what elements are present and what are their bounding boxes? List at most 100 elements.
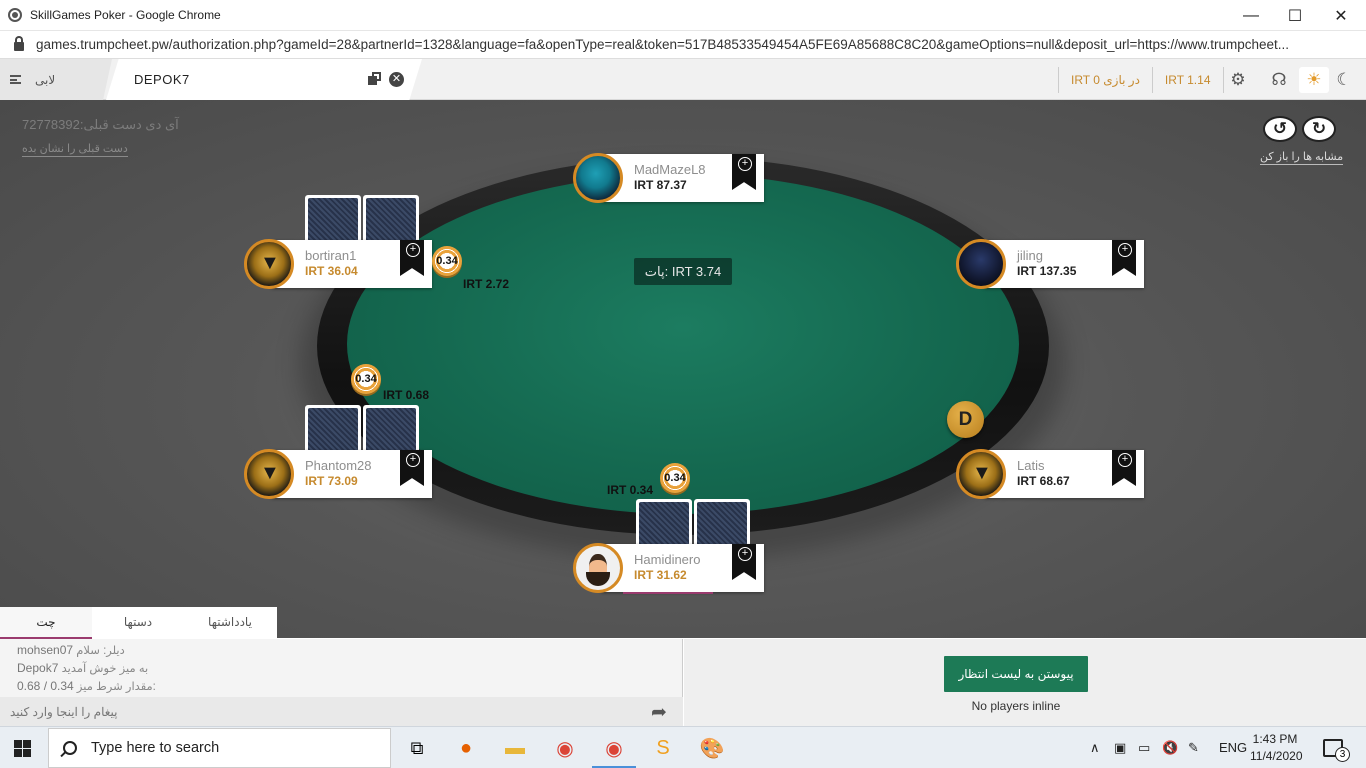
pot-display: پات: IRT 3.74 — [634, 258, 732, 285]
game-topbar: لابی DEPOK7 ✕ IRT 0 در بازی IRT 1.14 ⚙ ☊… — [0, 59, 1366, 100]
balance-area: IRT 0 در بازی IRT 1.14 — [1058, 67, 1224, 93]
table-tab[interactable]: DEPOK7 ✕ — [106, 59, 422, 100]
dealer-button: D — [947, 401, 984, 438]
send-arrow-icon[interactable]: ➦ — [651, 701, 667, 724]
chrome-icon[interactable]: ◉ — [551, 734, 579, 762]
address-bar[interactable]: games.trumpcheet.pw/authorization.php?ga… — [0, 31, 1366, 59]
player-name: Hamidinero — [634, 552, 701, 567]
chat-tabbar: چت دستها یادداشتها — [0, 607, 277, 639]
chat-input[interactable] — [10, 701, 630, 723]
player-avatar — [244, 239, 294, 289]
player-avatar — [956, 449, 1006, 499]
bet-chip: 0.34 — [660, 463, 690, 493]
window-title: SkillGames Poker - Google Chrome — [30, 8, 221, 22]
search-placeholder: Type here to search — [91, 740, 220, 756]
seat-phantom28[interactable]: Phantom28 IRT 73.09 — [244, 449, 432, 499]
player-name: Phantom28 — [305, 458, 372, 473]
player-avatar — [956, 239, 1006, 289]
rotate-left-icon[interactable]: ↺ — [1263, 116, 1297, 142]
display-icon[interactable]: ▭ — [1138, 740, 1150, 756]
tab-chat[interactable]: چت — [0, 607, 92, 639]
chat-text: به میز خوش آمدید — [61, 663, 149, 675]
player-name: jiling — [1017, 248, 1044, 263]
file-explorer-icon[interactable]: ▬ — [501, 734, 529, 762]
chat-message: 0.68 / 0.34 مقدار شرط میز: — [17, 679, 156, 693]
add-note-bookmark-icon[interactable] — [732, 154, 756, 190]
close-table-icon[interactable]: ✕ — [389, 72, 404, 87]
player-stack: IRT 73.09 — [305, 474, 358, 488]
volume-muted-icon[interactable]: 🔇 — [1162, 740, 1178, 756]
network-icon[interactable]: ▣ — [1114, 740, 1126, 756]
card-back — [305, 405, 361, 453]
close-window-button[interactable]: ✕ — [1318, 0, 1364, 31]
windows-start-icon[interactable] — [14, 740, 31, 757]
table-tab-label: DEPOK7 — [134, 72, 190, 87]
show-hidden-icons-icon[interactable]: ∧ — [1090, 740, 1100, 756]
bet-chip: 0.34 — [351, 364, 381, 394]
lobby-tab-label: لابی — [35, 72, 56, 87]
show-previous-hand-link[interactable]: دست قبلی را نشان بده — [22, 142, 128, 157]
firefox-icon[interactable]: ● — [452, 734, 480, 762]
url-text[interactable]: games.trumpcheet.pw/authorization.php?ga… — [36, 37, 1346, 52]
seat-latis[interactable]: Latis IRT 68.67 — [956, 449, 1144, 499]
poker-room: آی دی دست قبلی:72778392 دست قبلی را نشان… — [0, 100, 1366, 638]
player-stack: IRT 137.35 — [1017, 264, 1077, 278]
seat-madmazel8[interactable]: MadMazeL8 IRT 87.37 — [573, 153, 764, 203]
seat-jiling[interactable]: jiling IRT 137.35 — [956, 239, 1144, 289]
seat-bortiran1[interactable]: bortiran1 IRT 36.04 — [244, 239, 432, 289]
tab-hands[interactable]: دستها — [92, 607, 184, 639]
chat-text: دیلر: سلام — [76, 645, 125, 657]
system-clock[interactable]: 1:43 PM 11/4/2020 — [1250, 731, 1303, 765]
player-stack: IRT 87.37 — [634, 178, 687, 192]
search-icon — [63, 741, 77, 755]
minimize-button[interactable]: — — [1228, 0, 1274, 31]
tab-notes[interactable]: یادداشتها — [184, 607, 276, 639]
table-felt — [347, 174, 1019, 514]
pen-icon[interactable]: ✎ — [1188, 740, 1199, 756]
clock-date: 11/4/2020 — [1250, 749, 1303, 763]
chat-message: Depok7 به میز خوش آمدید — [17, 661, 148, 675]
player-name: Latis — [1017, 458, 1045, 473]
notifications-icon[interactable]: 3 — [1323, 739, 1350, 762]
dark-theme-moon-icon[interactable]: ☾ — [1329, 67, 1359, 93]
waitlist-panel: پیوستن به لیست انتظار No players inline — [684, 639, 1366, 726]
open-similar-tables-link[interactable]: مشابه ها را باز کن — [1260, 150, 1344, 165]
card-back — [363, 405, 419, 453]
task-view-icon[interactable]: ⧉ — [403, 734, 431, 762]
language-indicator[interactable]: ENG — [1219, 740, 1247, 755]
notification-count: 3 — [1335, 747, 1350, 762]
player-avatar — [573, 543, 623, 593]
bet-chip: 0.34 — [432, 246, 462, 276]
card-back — [694, 499, 750, 547]
add-note-bookmark-icon[interactable] — [732, 544, 756, 580]
player-name: bortiran1 — [305, 248, 357, 263]
maximize-button[interactable]: ☐ — [1272, 0, 1318, 31]
card-back — [636, 499, 692, 547]
chat-user: mohsen07 — [17, 643, 74, 657]
settings-gear-icon[interactable]: ⚙ — [1223, 67, 1253, 93]
join-waitlist-button[interactable]: پیوستن به لیست انتظار — [944, 656, 1088, 692]
add-note-bookmark-icon[interactable] — [400, 450, 424, 486]
paint-icon[interactable]: 🎨 — [698, 734, 726, 762]
add-note-bookmark-icon[interactable] — [1112, 450, 1136, 486]
detach-window-icon[interactable] — [368, 72, 381, 85]
bet-amount: IRT 0.68 — [383, 388, 430, 402]
rotate-right-icon[interactable]: ↻ — [1302, 116, 1336, 142]
sublime-text-icon[interactable]: S — [649, 734, 677, 762]
add-note-bookmark-icon[interactable] — [400, 240, 424, 276]
chat-user: 0.68 / 0.34 — [17, 679, 74, 693]
turn-indicator — [623, 592, 713, 594]
in-play-balance: IRT 0 در بازی — [1071, 73, 1140, 87]
support-headset-icon[interactable]: ☊ — [1264, 67, 1294, 93]
chat-text: مقدار شرط میز: — [76, 681, 156, 693]
seat-hamidinero[interactable]: Hamidinero IRT 31.62 — [573, 543, 764, 594]
chat-message: mohsen07 دیلر: سلام — [17, 643, 125, 657]
lobby-tab[interactable]: لابی — [0, 59, 112, 100]
chrome-favicon-icon — [8, 8, 22, 22]
light-theme-sun-icon[interactable]: ☀ — [1299, 67, 1329, 93]
taskbar-search[interactable]: Type here to search — [48, 728, 391, 768]
clock-time: 1:43 PM — [1252, 732, 1298, 746]
chrome-active-icon[interactable]: ◉ — [592, 734, 636, 768]
add-note-bookmark-icon[interactable] — [1112, 240, 1136, 276]
waitlist-status: No players inline — [971, 699, 1061, 713]
